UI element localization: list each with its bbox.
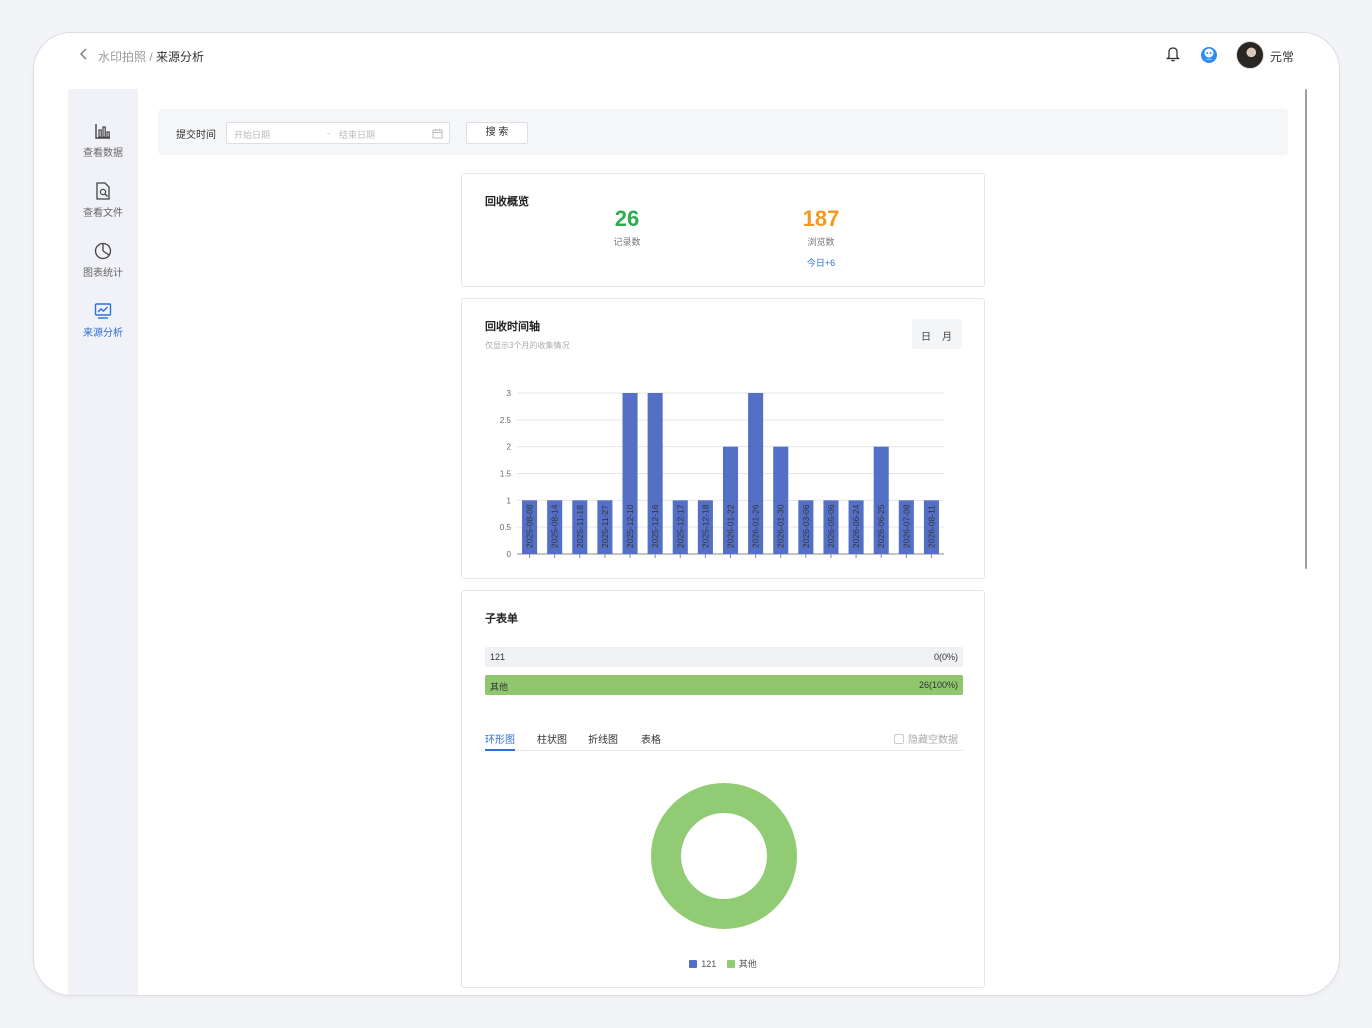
donut-chart <box>651 783 797 929</box>
x-tick-label: 2026-06-25 <box>876 504 886 548</box>
views-count: 187 <box>802 206 840 231</box>
x-tick-label: 2026-08-11 <box>926 505 936 548</box>
x-tick-label: 2026-07-08 <box>901 504 911 548</box>
sidebar-item-view-data[interactable]: 查看数据 <box>68 121 138 159</box>
timeline-subtitle: 仅显示3个月的收集情况 <box>485 341 570 350</box>
x-tick-label: 2025-11-18 <box>575 505 585 548</box>
overview-title: 回收概览 <box>485 196 529 208</box>
x-tick-label: 2026-01-30 <box>776 504 786 548</box>
breadcrumb-current: 来源分析 <box>156 50 205 64</box>
user-name[interactable]: 元常 <box>1270 48 1294 65</box>
start-date-input[interactable]: 开始日期 <box>234 128 270 141</box>
breadcrumb: 水印拍照 / 来源分析 <box>98 48 204 65</box>
assistant-icon[interactable] <box>1199 45 1219 65</box>
hide-empty-checkbox[interactable]: 隐藏空数据 <box>894 731 958 746</box>
tab-bar[interactable]: 柱状图 <box>537 731 567 746</box>
donut-legend: 121 其他 <box>462 957 984 970</box>
y-tick-label: 2 <box>507 443 512 452</box>
toggle-month[interactable]: 月 <box>942 328 952 343</box>
y-tick-label: 3 <box>507 389 512 398</box>
range-separator: - <box>327 128 330 138</box>
overview-card: 回收概览 26 记录数 187 浏览数 今日+6 <box>461 173 985 287</box>
x-tick-label: 2025-08-08 <box>525 504 535 548</box>
legend-label: 其他 <box>738 959 757 969</box>
y-tick-label: 0.5 <box>500 523 512 532</box>
avatar[interactable] <box>1236 41 1264 69</box>
subform-card: 子表单 121 0(0%) 其他 26(100%) 环形图 柱状图 折线图 表格… <box>461 590 985 988</box>
y-tick-label: 0 <box>507 550 512 559</box>
breadcrumb-separator: / <box>146 50 157 64</box>
day-month-toggle: 日 月 <box>912 319 962 349</box>
x-tick-label: 2026-03-06 <box>801 504 811 548</box>
sidebar-item-source-analysis[interactable]: 来源分析 <box>68 301 138 339</box>
sidebar-item-label: 图表统计 <box>83 268 123 279</box>
sidebar: 查看数据 查看文件 图表统计 来源分析 <box>68 89 138 995</box>
top-bar: 水印拍照 / 来源分析 元常 <box>34 33 1339 89</box>
bell-icon[interactable] <box>1165 45 1181 63</box>
timeline-bar-chart: 0 0.5 1 1.5 2 2.5 3 2025-08-08 2025-08-14 2025-11… <box>500 389 944 559</box>
app-window: 水印拍照 / 来源分析 元常 查看数据 查看文件 图表统计 来源分析 提交时间 … <box>33 32 1340 996</box>
search-button[interactable]: 搜 索 <box>466 122 528 144</box>
legend-item[interactable]: 121 <box>689 959 716 969</box>
filter-bar: 提交时间 开始日期 - 结束日期 搜 索 <box>158 109 1288 155</box>
pie-chart-icon <box>94 242 112 260</box>
toggle-day[interactable]: 日 <box>921 328 931 343</box>
sidebar-item-view-files[interactable]: 查看文件 <box>68 181 138 219</box>
date-range-picker[interactable]: 开始日期 - 结束日期 <box>226 122 450 144</box>
x-tick-label: 2025-11-27 <box>600 505 610 548</box>
timeline-title: 回收时间轴 <box>485 321 540 333</box>
file-search-icon <box>96 182 110 200</box>
checkbox-box[interactable] <box>894 734 904 744</box>
row-label: 121 <box>490 652 506 662</box>
main-content: 提交时间 开始日期 - 结束日期 搜 索 回收概览 26 记录数 187 浏览数… <box>138 89 1339 995</box>
x-tick-label: 2026-01-26 <box>751 504 761 548</box>
back-icon[interactable] <box>78 47 90 61</box>
x-tick-label: 2025-12-16 <box>650 504 660 548</box>
row-value: 26(100%) <box>918 680 958 690</box>
x-tick-label: 2026-01-22 <box>726 504 736 548</box>
donut-slice[interactable] <box>651 783 797 929</box>
row-value: 0(0%) <box>933 652 958 662</box>
y-tick-label: 1.5 <box>500 470 512 479</box>
row-label: 其他 <box>490 682 509 692</box>
records-label: 记录数 <box>613 237 641 247</box>
hide-empty-label: 隐藏空数据 <box>908 735 958 746</box>
subform-row: 121 0(0%) <box>485 647 963 667</box>
breadcrumb-parent[interactable]: 水印拍照 <box>98 50 146 64</box>
x-tick-label: 2025-12-10 <box>625 504 635 548</box>
calendar-icon <box>432 129 443 139</box>
x-tick-label: 2026-05-06 <box>826 504 836 548</box>
legend-swatch <box>689 960 698 968</box>
x-tick-label: 2025-12-17 <box>675 504 685 548</box>
subform-row: 其他 26(100%) <box>485 675 963 695</box>
views-label: 浏览数 <box>807 237 835 247</box>
legend-swatch <box>726 960 735 968</box>
filter-label: 提交时间 <box>176 130 216 141</box>
records-count: 26 <box>614 206 640 231</box>
scrollbar[interactable] <box>1305 89 1307 569</box>
sidebar-item-label: 查看数据 <box>83 148 123 159</box>
sidebar-item-label: 来源分析 <box>83 328 123 339</box>
y-tick-label: 1 <box>507 496 512 505</box>
sidebar-item-chart-stats[interactable]: 图表统计 <box>68 241 138 279</box>
line-chart-icon <box>94 303 112 319</box>
y-tick-label: 2.5 <box>500 416 512 425</box>
x-tick-label: 2025-08-14 <box>550 504 560 548</box>
chart-type-tabs: 环形图 柱状图 折线图 表格 隐藏空数据 <box>485 727 963 751</box>
x-tick-label: 2025-12-18 <box>700 504 710 548</box>
tab-table[interactable]: 表格 <box>641 731 661 746</box>
sidebar-item-label: 查看文件 <box>83 208 123 219</box>
x-tick-label: 2026-06-24 <box>851 504 861 548</box>
tab-line[interactable]: 折线图 <box>588 731 618 746</box>
timeline-card: 回收时间轴 仅显示3个月的收集情况 日 月 0 0.5 1 1.5 2 2.5 3 2025-… <box>461 298 985 579</box>
end-date-input[interactable]: 结束日期 <box>339 128 375 141</box>
subform-title: 子表单 <box>485 613 518 625</box>
tab-donut[interactable]: 环形图 <box>485 731 515 751</box>
legend-label: 121 <box>701 959 717 969</box>
legend-item[interactable]: 其他 <box>726 957 757 970</box>
progress-fill <box>485 675 963 695</box>
today-increase[interactable]: 今日+6 <box>781 256 861 269</box>
bar-chart-icon <box>95 124 110 139</box>
